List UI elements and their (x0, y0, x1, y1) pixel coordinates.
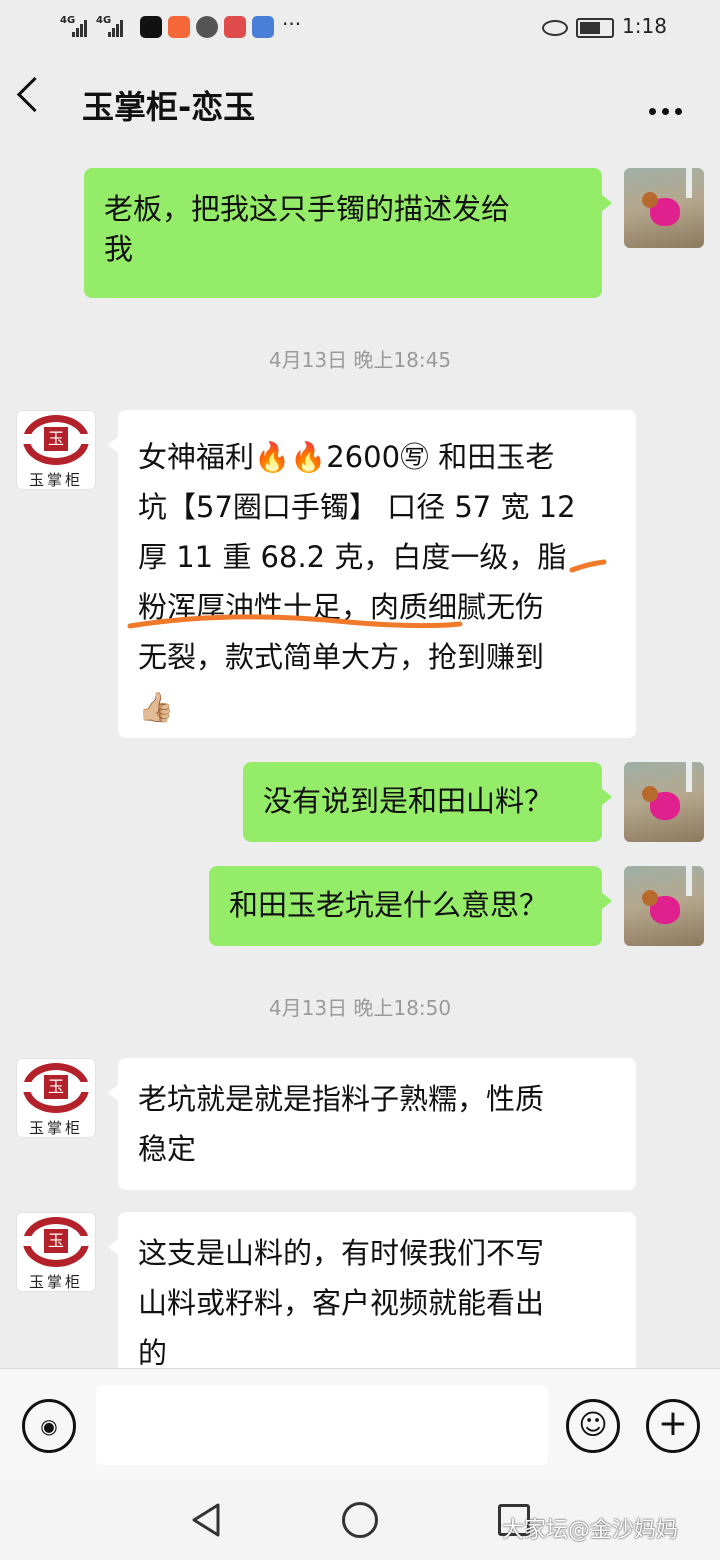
message-line: 老坑就是就是指料子熟糯，性质 (138, 1082, 545, 1116)
chevron-left-icon[interactable] (16, 76, 53, 113)
more-notifications-indicator: ··· (282, 12, 302, 36)
message-text: 没有说到是和田山料？ (263, 784, 554, 818)
signal-2-icon (108, 18, 124, 37)
message-bubble-outgoing[interactable]: 和田玉老坑是什么意思？ (209, 866, 612, 946)
input-bar: ◉ ☺ + (0, 1368, 720, 1481)
timestamp: 4月13日 晚上18:45 (268, 348, 452, 372)
app-icon (168, 16, 190, 38)
message-line: 这支是山料的，有时候我们不写 (138, 1236, 545, 1270)
chat-title: 玉掌柜-恋玉 (82, 88, 256, 126)
status-bar: 4G 4G ··· 1:18 (0, 0, 720, 52)
plus-icon[interactable]: + (646, 1399, 700, 1453)
shop-avatar[interactable]: 玉 玉掌柜 (16, 1058, 96, 1138)
message-bubble-incoming[interactable]: 这支是山料的，有时候我们不写 山料或籽料，客户视频就能看出 的 (108, 1212, 636, 1382)
chat-header: 玉掌柜-恋玉 (0, 52, 720, 150)
my-avatar[interactable] (624, 866, 704, 946)
nav-back-icon[interactable] (190, 1502, 222, 1538)
more-icon[interactable] (643, 100, 682, 119)
underline-annotation (127, 559, 607, 629)
battery-icon (576, 18, 614, 38)
browser-icon (252, 16, 274, 38)
shop-seal: 玉 (44, 1075, 68, 1099)
shop-avatar[interactable]: 玉 玉掌柜 (16, 410, 96, 490)
message-bubble-incoming[interactable]: 女神福利🔥🔥2600㊢ 和田玉老 坑【57圈口手镯】 口径 57 宽 12 厚 … (108, 410, 636, 738)
voice-icon[interactable]: ◉ (22, 1399, 76, 1453)
my-avatar[interactable] (624, 168, 704, 248)
shop-avatar-name: 玉掌柜 (28, 471, 83, 489)
message-bubble-outgoing[interactable]: 老板，把我这只手镯的描述发给 我 (84, 168, 612, 298)
timestamp: 4月13日 晚上18:50 (268, 996, 452, 1020)
shop-avatar-name: 玉掌柜 (28, 1273, 83, 1291)
reader-icon (224, 16, 246, 38)
shop-seal: 玉 (44, 1229, 68, 1253)
message-bubble-incoming[interactable]: 老坑就是就是指料子熟糯，性质 稳定 (108, 1058, 636, 1190)
eye-icon (542, 20, 568, 36)
message-line: 山料或籽料，客户视频就能看出 (138, 1286, 545, 1320)
message-line: 稳定 (138, 1132, 197, 1166)
emoji-icon[interactable]: ☺ (566, 1399, 620, 1453)
message-bubble-outgoing[interactable]: 没有说到是和田山料？ (243, 762, 612, 842)
signal-1-icon (72, 18, 88, 37)
watermark: 大家坛@金沙妈妈 (502, 1518, 679, 1543)
nav-home-icon[interactable] (342, 1502, 378, 1538)
my-avatar[interactable] (624, 762, 704, 842)
system-nav-bar: 大家坛@金沙妈妈 (0, 1480, 720, 1560)
shop-avatar-name: 玉掌柜 (28, 1119, 83, 1137)
message-icon (196, 16, 218, 38)
message-text: 和田玉老坑是什么意思？ (229, 888, 549, 922)
clock: 1:18 (622, 14, 667, 38)
shop-avatar[interactable]: 玉 玉掌柜 (16, 1212, 96, 1292)
shop-seal: 玉 (44, 427, 68, 451)
tiktok-icon (140, 16, 162, 38)
message-input[interactable] (96, 1385, 548, 1465)
